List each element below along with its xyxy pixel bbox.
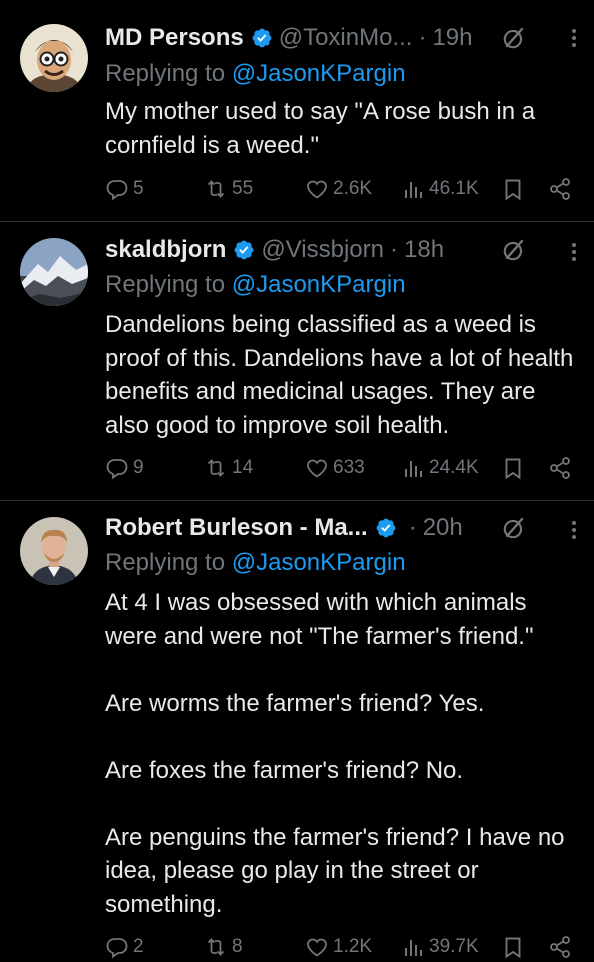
repost-count: 55 bbox=[232, 178, 254, 199]
tweet-text: At 4 I was obsessed with which animals w… bbox=[105, 589, 565, 918]
reply-context: Replying to @JasonKPargin bbox=[105, 60, 406, 88]
like-count: 2.6K bbox=[333, 178, 373, 199]
views-button[interactable]: 46.1K bbox=[401, 174, 479, 204]
handle[interactable]: @Vissbjorn bbox=[261, 236, 384, 264]
reply-context: Replying to @JasonKPargin bbox=[105, 271, 406, 299]
avatar[interactable] bbox=[20, 24, 88, 92]
reply-button[interactable]: 5 bbox=[105, 174, 144, 204]
view-count: 39.7K bbox=[429, 936, 479, 957]
separator-dot: · bbox=[390, 236, 398, 263]
repost-count: 8 bbox=[232, 936, 243, 957]
timestamp[interactable]: 19h bbox=[432, 24, 472, 52]
replying-to-label: Replying to bbox=[105, 60, 232, 87]
reply-count: 2 bbox=[133, 936, 144, 957]
like-button[interactable]: 2.6K bbox=[305, 174, 372, 204]
action-bar: 2 8 1.2K 39.7K bbox=[105, 932, 576, 962]
heart-icon bbox=[305, 456, 329, 480]
replying-to-label: Replying to bbox=[105, 549, 232, 576]
reply-context: Replying to @JasonKPargin bbox=[105, 549, 406, 577]
reply-button[interactable]: 2 bbox=[105, 932, 144, 962]
display-name[interactable]: MD Persons bbox=[105, 24, 244, 52]
more-options-icon[interactable] bbox=[568, 26, 580, 50]
heart-icon bbox=[305, 935, 329, 959]
views-chart-icon bbox=[401, 935, 425, 959]
repost-icon bbox=[204, 177, 228, 201]
repost-icon bbox=[204, 935, 228, 959]
display-name[interactable]: Robert Burleson - Ma... bbox=[105, 514, 368, 542]
tweet[interactable]: skaldbjorn @Vissbjorn · 18h Replying to … bbox=[0, 222, 594, 500]
view-count: 24.4K bbox=[429, 457, 479, 478]
replying-to-label: Replying to bbox=[105, 271, 232, 298]
views-button[interactable]: 24.4K bbox=[401, 453, 479, 483]
views-chart-icon bbox=[401, 456, 425, 480]
reply-count: 9 bbox=[133, 457, 144, 478]
repost-icon bbox=[204, 456, 228, 480]
bookmark-icon[interactable] bbox=[501, 935, 525, 959]
grok-icon[interactable] bbox=[501, 515, 527, 541]
bookmark-icon[interactable] bbox=[501, 177, 525, 201]
like-count: 1.2K bbox=[333, 936, 373, 957]
share-icon[interactable] bbox=[548, 456, 572, 480]
verified-badge-icon bbox=[233, 239, 255, 261]
repost-button[interactable]: 14 bbox=[204, 453, 253, 483]
repost-button[interactable]: 55 bbox=[204, 174, 253, 204]
action-bar: 9 14 633 24.4K bbox=[105, 453, 576, 483]
verified-badge-icon bbox=[375, 517, 397, 539]
reply-icon bbox=[105, 935, 129, 959]
timestamp[interactable]: 18h bbox=[404, 236, 444, 264]
view-count: 46.1K bbox=[429, 178, 479, 199]
reply-icon bbox=[105, 177, 129, 201]
tweet[interactable]: Robert Burleson - Ma... · 20h Replying t… bbox=[0, 501, 594, 960]
share-icon[interactable] bbox=[548, 177, 572, 201]
reply-button[interactable]: 9 bbox=[105, 453, 144, 483]
more-options-icon[interactable] bbox=[568, 240, 580, 264]
action-bar: 5 55 2.6K 46.1K bbox=[105, 174, 576, 204]
display-name[interactable]: skaldbjorn bbox=[105, 236, 226, 264]
separator-dot: · bbox=[418, 24, 427, 51]
grok-icon[interactable] bbox=[501, 25, 527, 51]
repost-button[interactable]: 8 bbox=[204, 932, 243, 962]
like-button[interactable]: 1.2K bbox=[305, 932, 372, 962]
views-chart-icon bbox=[401, 177, 425, 201]
tweet[interactable]: MD Persons @ToxinMo... · 19h Replying to… bbox=[0, 0, 594, 220]
handle[interactable]: @ToxinMo... bbox=[279, 24, 413, 52]
verified-badge-icon bbox=[251, 27, 273, 49]
separator-dot: · bbox=[408, 514, 417, 541]
cartoon-character-avatar bbox=[20, 24, 88, 92]
tweet-text: Dandelions being classified as a weed is… bbox=[105, 311, 574, 439]
mention-link[interactable]: @JasonKPargin bbox=[232, 271, 406, 298]
grok-icon[interactable] bbox=[501, 237, 527, 263]
more-options-icon[interactable] bbox=[568, 518, 580, 542]
share-icon[interactable] bbox=[548, 935, 572, 959]
like-count: 633 bbox=[333, 457, 365, 478]
avatar[interactable] bbox=[20, 517, 88, 585]
mountain-landscape-avatar bbox=[20, 238, 88, 306]
man-portrait-avatar bbox=[20, 517, 88, 585]
bookmark-icon[interactable] bbox=[501, 456, 525, 480]
avatar[interactable] bbox=[20, 238, 88, 306]
reply-icon bbox=[105, 456, 129, 480]
tweet-text: My mother used to say "A rose bush in a … bbox=[105, 98, 536, 159]
mention-link[interactable]: @JasonKPargin bbox=[232, 549, 406, 576]
mention-link[interactable]: @JasonKPargin bbox=[232, 60, 406, 87]
heart-icon bbox=[305, 177, 329, 201]
reply-count: 5 bbox=[133, 178, 144, 199]
like-button[interactable]: 633 bbox=[305, 453, 365, 483]
timestamp[interactable]: 20h bbox=[423, 514, 463, 542]
views-button[interactable]: 39.7K bbox=[401, 932, 479, 962]
repost-count: 14 bbox=[232, 457, 254, 478]
